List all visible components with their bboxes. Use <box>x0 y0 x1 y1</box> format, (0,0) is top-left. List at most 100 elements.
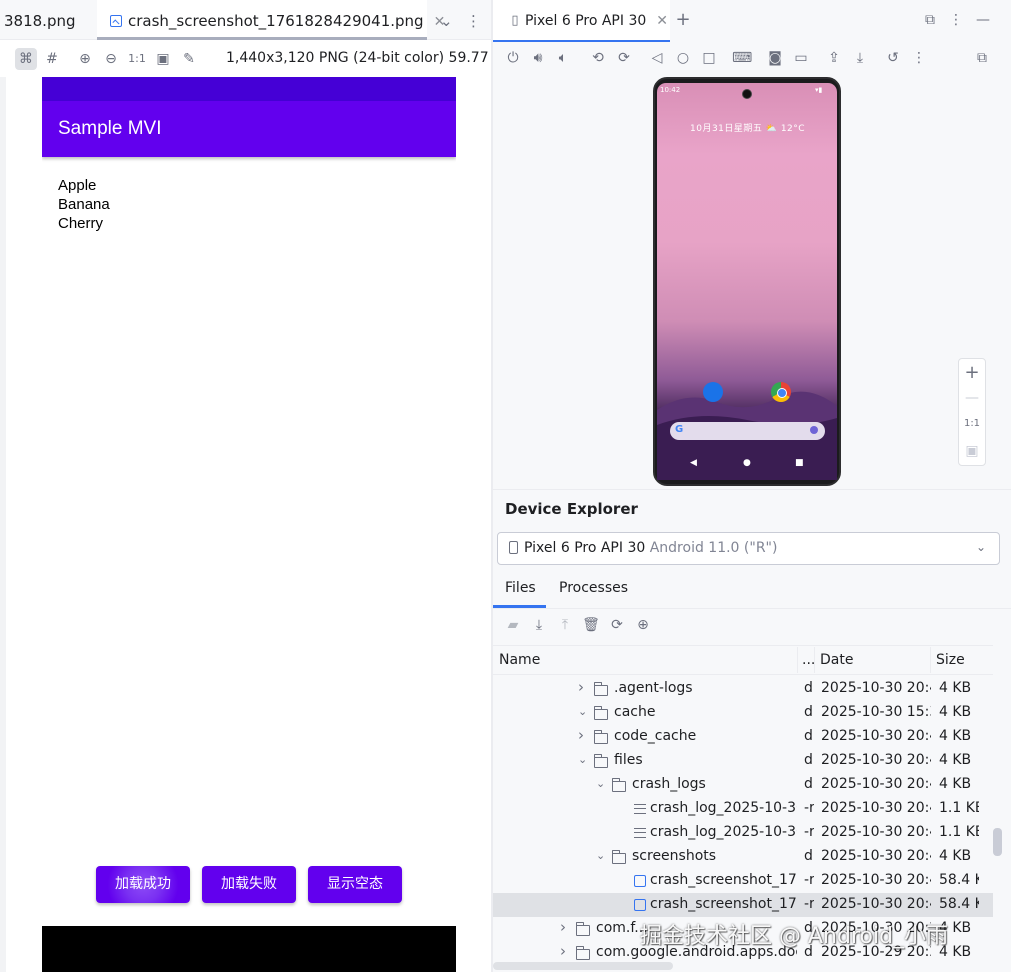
chevron-down-icon[interactable]: ⌄ <box>596 777 605 790</box>
nav-recents-icon[interactable]: ■ <box>795 458 804 468</box>
column-separator[interactable] <box>930 647 931 673</box>
tab-processes[interactable]: Processes <box>559 580 628 596</box>
device-os: Android 11.0 ("R") <box>649 540 778 556</box>
rotate-left-icon[interactable]: ⟲ <box>588 48 608 68</box>
image-file-icon <box>634 899 646 911</box>
tab-label: crash_screenshot_1761828429041.png <box>128 12 424 30</box>
more-vertical-icon[interactable]: ⋮ <box>466 0 481 40</box>
device-tab-label[interactable]: Pixel 6 Pro API 30 ✕ <box>525 13 668 29</box>
file-name: crash_screenshot_17 <box>650 872 797 888</box>
file-date: 2025-10-30 20:47 <box>821 776 931 792</box>
chevron-down-icon[interactable]: ⌄ <box>440 0 454 40</box>
chevron-right-icon[interactable]: › <box>560 942 566 960</box>
google-search-bar[interactable] <box>670 422 825 440</box>
upload-icon[interactable]: ⤒ <box>556 617 574 633</box>
open-external-icon[interactable]: ⧉ <box>920 10 940 30</box>
nav-back-icon[interactable]: ◀ <box>690 458 697 468</box>
minimize-icon[interactable]: — <box>973 10 993 30</box>
folder-icon <box>593 682 608 696</box>
column-separator[interactable] <box>814 647 815 673</box>
phone-icon: ▯ <box>511 13 519 28</box>
actual-size-icon[interactable]: 1:1 <box>958 418 986 429</box>
file-size: 1.1 KB <box>939 800 979 816</box>
chevron-down-icon[interactable]: ⌄ <box>596 849 605 862</box>
file-name: crash_logs <box>632 776 706 792</box>
tab-3818-png[interactable]: 3818.png <box>0 0 90 40</box>
phone-screenshot-image: Sample MVI Apple Banana Cherry 加载成功 加载失败… <box>42 77 456 972</box>
add-icon[interactable]: + <box>673 10 693 30</box>
google-logo-icon: G <box>675 424 684 435</box>
chevron-right-icon[interactable]: › <box>560 918 566 936</box>
new-folder-icon[interactable]: ▰ <box>504 617 522 633</box>
column-date[interactable]: Date <box>820 652 853 668</box>
color-picker-icon[interactable]: ✎ <box>178 48 200 70</box>
chevron-right-icon[interactable]: › <box>578 726 584 744</box>
delete-icon[interactable]: 🗑︎ <box>582 617 600 633</box>
back-icon[interactable]: ◁ <box>647 48 667 68</box>
folder-icon <box>593 706 608 720</box>
device-explorer-title: Device Explorer <box>505 500 638 518</box>
messages-app-icon[interactable] <box>703 382 723 402</box>
column-name[interactable]: Name <box>499 652 540 668</box>
chevron-down-icon[interactable]: ⌄ <box>578 753 587 766</box>
panel-divider[interactable] <box>493 489 1011 490</box>
vertical-scrollbar[interactable] <box>993 828 1002 856</box>
power-icon[interactable]: ⏻ <box>503 48 523 68</box>
list-item: Banana <box>58 196 110 213</box>
column-size[interactable]: Size <box>936 652 965 668</box>
file-permissions: d <box>804 752 813 768</box>
crop-icon[interactable]: # <box>41 48 63 70</box>
grid-icon[interactable]: ⌘ <box>15 48 37 70</box>
nav-home-icon[interactable]: ● <box>743 458 751 468</box>
overview-icon[interactable]: □ <box>699 48 719 68</box>
fit-icon[interactable]: ▣ <box>152 48 174 70</box>
horizontal-scrollbar[interactable] <box>493 962 673 970</box>
save-as-icon[interactable]: ⤓ <box>530 617 548 633</box>
file-name: crash_log_2025-10-30 <box>650 800 797 816</box>
more-vertical-icon[interactable]: ⋮ <box>946 10 966 30</box>
chevron-down-icon[interactable]: ⌄ <box>976 540 986 554</box>
download-icon[interactable]: ⤓ <box>850 48 870 68</box>
reset-icon[interactable]: ↺ <box>883 48 903 68</box>
device-select-value: Pixel 6 Pro API 30 Android 11.0 ("R") <box>524 540 777 556</box>
file-permissions: -r <box>804 800 814 816</box>
load-success-button: 加载成功 <box>96 866 190 903</box>
file-date: 2025-10-30 20:43 <box>821 728 931 744</box>
folder-icon <box>611 850 626 864</box>
video-icon[interactable]: ▭ <box>791 48 811 68</box>
text-file-icon <box>634 804 646 814</box>
home-icon[interactable]: ○ <box>673 48 693 68</box>
file-permissions: -r <box>804 872 814 888</box>
camera-icon[interactable]: ◙ <box>765 48 785 68</box>
close-icon[interactable]: ✕ <box>656 13 668 29</box>
chevron-down-icon[interactable]: ⌄ <box>578 705 587 718</box>
file-name: screenshots <box>632 848 717 864</box>
rotate-right-icon[interactable]: ⟳ <box>614 48 634 68</box>
column-separator[interactable] <box>797 647 798 673</box>
tab-crash-screenshot[interactable]: crash_screenshot_1761828429041.png ✕ <box>97 0 445 40</box>
mic-icon[interactable] <box>810 426 818 434</box>
zoom-out-icon[interactable]: ⊖ <box>100 48 122 70</box>
sync-icon[interactable]: ⟳ <box>608 617 626 633</box>
more-vertical-icon[interactable]: ⋮ <box>909 48 929 68</box>
zoom-in-icon[interactable]: ⊕ <box>74 48 96 70</box>
volume-up-icon[interactable]: 🔊︎ <box>528 48 548 68</box>
file-size: 58.4 KB <box>939 896 979 912</box>
zoom-out-icon[interactable]: — <box>958 390 986 406</box>
image-file-icon <box>110 15 122 27</box>
file-size: 4 KB <box>939 752 972 768</box>
layout-icon[interactable]: ⧉ <box>972 48 992 68</box>
show-empty-button: 显示空态 <box>308 866 402 903</box>
tab-files[interactable]: Files <box>505 580 536 596</box>
file-name: files <box>614 752 643 768</box>
keyboard-icon[interactable]: ⌨ <box>732 48 752 68</box>
locate-icon[interactable]: ⊕ <box>634 617 652 633</box>
zoom-in-icon[interactable]: + <box>958 362 986 383</box>
file-table-header <box>493 645 993 675</box>
actual-size-icon[interactable]: 1:1 <box>126 48 148 70</box>
fit-icon[interactable]: ▣ <box>958 443 986 459</box>
upload-icon[interactable]: ⇪ <box>824 48 844 68</box>
chevron-right-icon[interactable]: › <box>578 678 584 696</box>
volume-down-icon[interactable]: 🔈︎ <box>553 48 573 68</box>
chrome-app-icon[interactable] <box>771 382 791 402</box>
